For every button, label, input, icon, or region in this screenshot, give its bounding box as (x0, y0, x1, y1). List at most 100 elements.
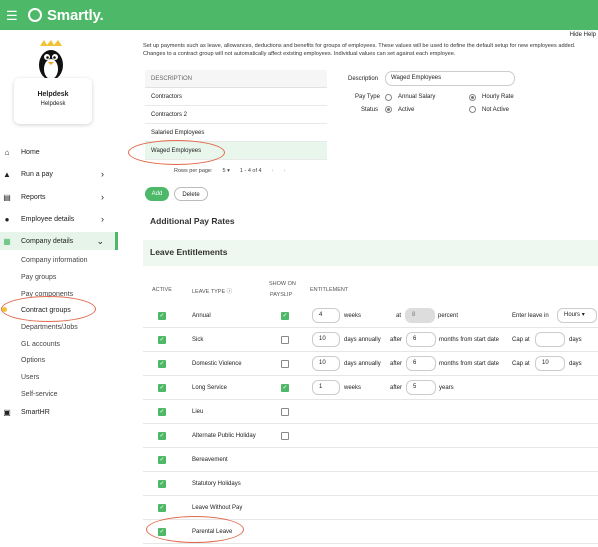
leave-type-name: Annual (192, 313, 211, 319)
leave-type-name: Alternate Public Holiday (192, 433, 256, 439)
enter-leave-value: Hours (564, 312, 581, 318)
entitlement-input[interactable]: 10 (312, 356, 340, 371)
payslip-checkbox[interactable] (281, 336, 289, 344)
current-marker (2, 307, 7, 312)
report-icon: ▤ (3, 192, 11, 202)
nav-reports[interactable]: ▤ Reports › (0, 188, 118, 206)
table-row[interactable]: Contractors 2 (145, 106, 327, 124)
active-radio[interactable] (385, 106, 392, 113)
nav-employee-details[interactable]: ● Employee details › (0, 210, 118, 228)
payslip-checkbox[interactable]: ✓ (281, 312, 289, 320)
annual-salary-label: Annual Salary (398, 94, 436, 100)
sub-self-service[interactable]: Self-service (21, 391, 58, 398)
help-icon[interactable]: ⓘ (227, 289, 233, 295)
after-input[interactable]: 5 (406, 380, 436, 395)
next-page-icon[interactable]: › (283, 168, 285, 174)
nav-reports-label: Reports (21, 193, 46, 201)
payslip-checkbox[interactable]: ✓ (281, 384, 289, 392)
after-label: after (390, 361, 403, 367)
not-active-radio[interactable] (469, 106, 476, 113)
app-name: Smartly. (47, 6, 104, 24)
hide-help-link[interactable]: Hide Help (570, 32, 596, 38)
col-entitlement: ENTITLEMENT (310, 287, 349, 293)
sub-company-information[interactable]: Company information (21, 257, 88, 264)
cap-unit-label: days (569, 361, 582, 367)
leave-row: ✓ Lieu (143, 400, 598, 424)
payslip-checkbox[interactable] (281, 360, 289, 368)
nav-home[interactable]: ⌂ Home (0, 143, 118, 161)
after-input[interactable]: 6 (406, 356, 436, 371)
entitlement-input[interactable]: 4 (312, 308, 340, 323)
nav-smarthr[interactable]: ▣ SmartHR (0, 403, 118, 421)
leave-type-name: Leave Without Pay (192, 505, 243, 511)
cap-input[interactable] (535, 332, 565, 347)
at-label: at (396, 313, 402, 319)
leave-row: ✓ Annual ✓ 4 weeks at 8 percent Enter le… (143, 304, 598, 328)
add-button[interactable]: Add (145, 187, 169, 201)
smarthr-icon: ▣ (3, 407, 11, 417)
not-active-label: Not Active (482, 107, 510, 113)
after-unit-label: months from start date (439, 361, 500, 367)
unit-label: days annually (344, 361, 381, 367)
unit-label: weeks (344, 313, 362, 319)
unit-label: days annually (344, 337, 381, 343)
active-label: Active (398, 107, 415, 113)
pagination: Rows per page: 5 ▾ 1 - 4 of 4 ‹ › (174, 168, 285, 174)
entitlement-input[interactable]: 10 (312, 332, 340, 347)
sub-options[interactable]: Options (21, 357, 45, 364)
leave-row: ✓ Alternate Public Holiday (143, 424, 598, 448)
chevron-right-icon: › (101, 192, 104, 202)
sub-gl-accounts[interactable]: GL accounts (21, 341, 60, 348)
enter-leave-label: Enter leave in (512, 313, 549, 319)
col-show-on: SHOW ON (269, 281, 296, 287)
description-input[interactable]: Waged Employees (385, 71, 515, 86)
payslip-checkbox[interactable] (281, 408, 289, 416)
cap-label: Cap at (512, 361, 530, 367)
active-checkbox[interactable]: ✓ (158, 360, 166, 368)
prev-page-icon[interactable]: ‹ (272, 168, 274, 174)
after-label: after (390, 385, 403, 391)
delete-button[interactable]: Delete (174, 187, 208, 201)
enter-leave-select[interactable]: Hours ▾ (557, 308, 597, 323)
entitlement-input[interactable]: 1 (312, 380, 340, 395)
nav-run-a-pay-label: Run a pay (21, 170, 53, 178)
annual-salary-radio[interactable] (385, 94, 392, 101)
active-checkbox[interactable]: ✓ (158, 408, 166, 416)
leave-row: ✓ Domestic Violence 10 days annually aft… (143, 352, 598, 376)
active-checkbox[interactable]: ✓ (158, 432, 166, 440)
table-row[interactable]: Contractors (145, 88, 327, 106)
home-icon: ⌂ (4, 147, 10, 157)
hourly-rate-radio[interactable] (469, 94, 476, 101)
annotation-circle (128, 140, 225, 165)
col-active: ACTIVE (152, 287, 172, 293)
payslip-checkbox[interactable] (281, 432, 289, 440)
active-checkbox[interactable]: ✓ (158, 384, 166, 392)
profile-role: Helpdesk (40, 101, 66, 107)
sub-users[interactable]: Users (21, 374, 39, 381)
nav-run-a-pay[interactable]: ▲ Run a pay › (0, 165, 118, 183)
app-logo[interactable]: Smartly. (28, 6, 104, 24)
leave-type-name: Sick (192, 337, 204, 343)
leave-type-name: Domestic Violence (192, 361, 242, 367)
profile-card[interactable]: Helpdesk Helpdesk (14, 78, 92, 124)
active-checkbox[interactable]: ✓ (158, 456, 166, 464)
nav-company-details[interactable]: ▦ Company details ⌄ (0, 232, 118, 250)
menu-icon[interactable]: ☰ (6, 9, 20, 22)
active-checkbox[interactable]: ✓ (158, 312, 166, 320)
profile-name: Helpdesk (37, 91, 69, 98)
active-checkbox[interactable]: ✓ (158, 480, 166, 488)
sub-departments-jobs[interactable]: Departments/Jobs (21, 324, 78, 331)
sub-pay-groups[interactable]: Pay groups (21, 274, 56, 281)
avatar (39, 40, 63, 82)
leave-entitlements-title: Leave Entitlements (150, 247, 228, 257)
additional-pay-rates-title: Additional Pay Rates (150, 216, 235, 226)
percent-label: percent (438, 313, 459, 319)
after-input[interactable]: 6 (406, 332, 436, 347)
cap-input[interactable]: 10 (535, 356, 565, 371)
percent-input: 8 (405, 308, 435, 323)
active-checkbox[interactable]: ✓ (158, 336, 166, 344)
chevron-down-icon: ⌄ (96, 235, 104, 246)
rows-per-page-label: Rows per page: (174, 168, 213, 174)
active-checkbox[interactable]: ✓ (158, 504, 166, 512)
rows-per-page-select[interactable]: 5 ▾ (223, 168, 230, 174)
